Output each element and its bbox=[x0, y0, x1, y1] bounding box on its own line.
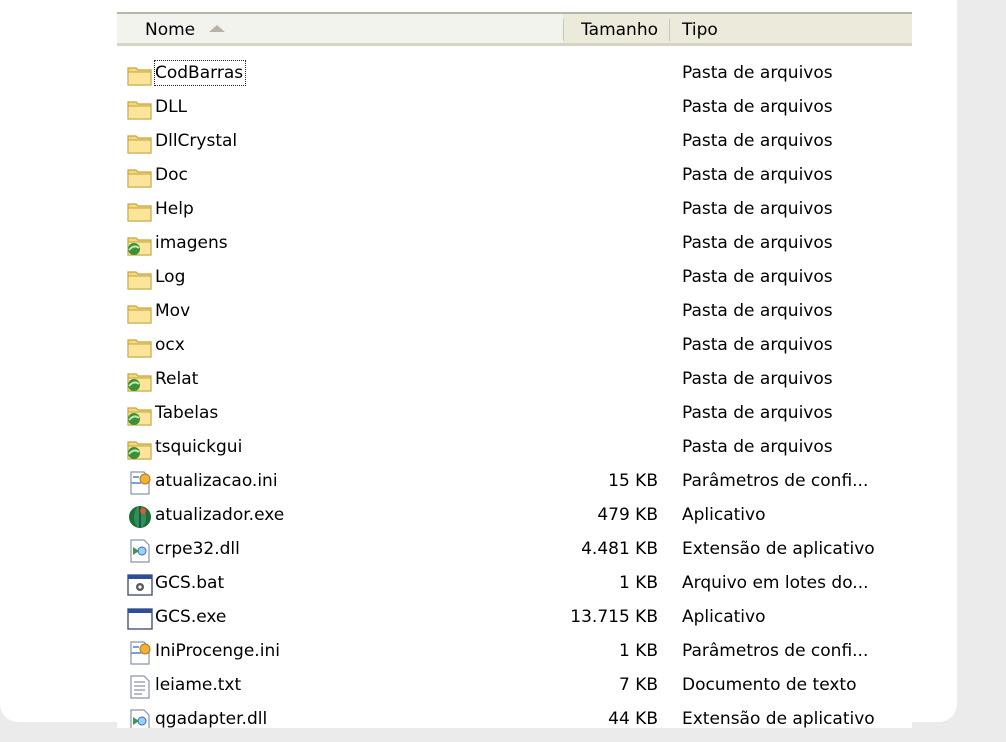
file-row[interactable]: Help Pasta de arquivos bbox=[117, 193, 912, 227]
file-name[interactable]: DLL bbox=[155, 95, 187, 119]
file-row[interactable]: GCS.exe 13.715 KB Aplicativo bbox=[117, 601, 912, 635]
file-name[interactable]: CodBarras bbox=[153, 60, 247, 86]
app-window-icon bbox=[127, 607, 153, 631]
file-name[interactable]: Tabelas bbox=[155, 401, 218, 425]
column-header-name-label: Nome bbox=[145, 20, 196, 40]
file-size: 13.715 KB bbox=[570, 607, 658, 627]
file-name[interactable]: Help bbox=[155, 197, 194, 221]
dll-file-icon bbox=[127, 709, 153, 728]
file-size: 44 KB bbox=[608, 709, 658, 728]
folder-icon bbox=[127, 199, 153, 223]
file-row[interactable]: leiame.txt 7 KB Documento de texto bbox=[117, 669, 912, 703]
file-row[interactable]: Doc Pasta de arquivos bbox=[117, 159, 912, 193]
file-size: 7 KB bbox=[618, 675, 658, 695]
file-row[interactable]: tsquickgui Pasta de arquivos bbox=[117, 431, 912, 465]
file-name[interactable]: Mov bbox=[155, 299, 190, 323]
column-header-size[interactable]: Tamanho bbox=[563, 14, 669, 46]
file-type: Parâmetros de confi... bbox=[682, 641, 869, 661]
file-type: Pasta de arquivos bbox=[682, 335, 833, 355]
file-type: Pasta de arquivos bbox=[682, 301, 833, 321]
file-size: 479 KB bbox=[597, 505, 658, 525]
file-type: Pasta de arquivos bbox=[682, 165, 833, 185]
file-type: Pasta de arquivos bbox=[682, 97, 833, 117]
file-type: Documento de texto bbox=[682, 675, 857, 695]
file-row[interactable]: GCS.bat 1 KB Arquivo em lotes do... bbox=[117, 567, 912, 601]
folder-icon bbox=[127, 97, 153, 121]
file-row[interactable]: CodBarras Pasta de arquivos bbox=[117, 57, 912, 91]
file-type: Pasta de arquivos bbox=[682, 199, 833, 219]
column-header-type[interactable]: Tipo bbox=[669, 14, 912, 46]
file-type: Parâmetros de confi... bbox=[682, 471, 869, 491]
file-row[interactable]: Log Pasta de arquivos bbox=[117, 261, 912, 295]
folder-icon bbox=[127, 335, 153, 359]
file-type: Pasta de arquivos bbox=[682, 267, 833, 287]
column-header-type-label: Tipo bbox=[682, 20, 718, 40]
file-rows: CodBarras Pasta de arquivos DLL Pasta de ar… bbox=[117, 57, 912, 728]
file-name[interactable]: Log bbox=[155, 265, 185, 289]
folder-icon bbox=[127, 165, 153, 189]
file-row[interactable]: atualizacao.ini 15 KB Parâmetros de confi.… bbox=[117, 465, 912, 499]
file-name[interactable]: tsquickgui bbox=[155, 435, 242, 459]
file-row[interactable]: DllCrystal Pasta de arquivos bbox=[117, 125, 912, 159]
file-type: Pasta de arquivos bbox=[682, 131, 833, 151]
shared-folder-icon bbox=[127, 403, 153, 427]
file-type: Pasta de arquivos bbox=[682, 437, 833, 457]
file-row[interactable]: Mov Pasta de arquivos bbox=[117, 295, 912, 329]
file-row[interactable]: ocx Pasta de arquivos bbox=[117, 329, 912, 363]
file-size: 1 KB bbox=[618, 641, 658, 661]
file-name[interactable]: IniProcenge.ini bbox=[155, 639, 280, 663]
file-row[interactable]: qgadapter.dll 44 KB Extensão de aplicativo bbox=[117, 703, 912, 728]
updater-app-icon bbox=[127, 505, 153, 529]
file-type: Extensão de aplicativo bbox=[682, 709, 875, 728]
file-row[interactable]: crpe32.dll 4.481 KB Extensão de aplicativo bbox=[117, 533, 912, 567]
file-name[interactable]: ocx bbox=[155, 333, 185, 357]
file-size: 4.481 KB bbox=[581, 539, 658, 559]
shared-folder-icon bbox=[127, 233, 153, 257]
sort-ascending-icon bbox=[209, 24, 226, 32]
file-type: Aplicativo bbox=[682, 607, 766, 627]
file-type: Extensão de aplicativo bbox=[682, 539, 875, 559]
shared-folder-icon bbox=[127, 369, 153, 393]
file-row[interactable]: Relat Pasta de arquivos bbox=[117, 363, 912, 397]
file-size: 15 KB bbox=[608, 471, 658, 491]
file-name[interactable]: DllCrystal bbox=[155, 129, 237, 153]
column-header-name[interactable]: Nome bbox=[117, 14, 563, 46]
column-header-bar: Nome Tamanho Tipo bbox=[117, 12, 912, 46]
ini-file-icon bbox=[127, 471, 153, 495]
file-name[interactable]: Doc bbox=[155, 163, 188, 187]
batch-file-icon bbox=[127, 573, 153, 597]
file-row[interactable]: DLL Pasta de arquivos bbox=[117, 91, 912, 125]
file-type: Pasta de arquivos bbox=[682, 63, 833, 83]
text-file-icon bbox=[127, 675, 153, 699]
file-type: Pasta de arquivos bbox=[682, 369, 833, 389]
file-row[interactable]: atualizador.exe 479 KB Aplicativo bbox=[117, 499, 912, 533]
file-row[interactable]: IniProcenge.ini 1 KB Parâmetros de confi..… bbox=[117, 635, 912, 669]
column-header-size-label: Tamanho bbox=[581, 20, 658, 40]
screenshot-frame: Nome Tamanho Tipo CodBarras Pasta de arqu… bbox=[0, 0, 1006, 742]
file-name[interactable]: Relat bbox=[155, 367, 198, 391]
file-name[interactable]: imagens bbox=[155, 231, 228, 255]
shared-folder-icon bbox=[127, 437, 153, 461]
file-name[interactable]: qgadapter.dll bbox=[155, 707, 267, 728]
file-row[interactable]: Tabelas Pasta de arquivos bbox=[117, 397, 912, 431]
file-name[interactable]: GCS.exe bbox=[155, 605, 226, 629]
file-type: Pasta de arquivos bbox=[682, 233, 833, 253]
file-row[interactable]: imagens Pasta de arquivos bbox=[117, 227, 912, 261]
file-name[interactable]: atualizador.exe bbox=[155, 503, 284, 527]
file-size: 1 KB bbox=[618, 573, 658, 593]
file-name[interactable]: crpe32.dll bbox=[155, 537, 240, 561]
folder-icon bbox=[127, 301, 153, 325]
file-type: Pasta de arquivos bbox=[682, 403, 833, 423]
file-name[interactable]: GCS.bat bbox=[155, 571, 224, 595]
folder-icon bbox=[127, 131, 153, 155]
file-type: Aplicativo bbox=[682, 505, 766, 525]
dll-file-icon bbox=[127, 539, 153, 563]
file-name[interactable]: leiame.txt bbox=[155, 673, 241, 697]
file-type: Arquivo em lotes do... bbox=[682, 573, 869, 593]
file-name[interactable]: atualizacao.ini bbox=[155, 469, 278, 493]
ini-file-icon bbox=[127, 641, 153, 665]
folder-icon bbox=[127, 267, 153, 291]
file-list-view[interactable]: Nome Tamanho Tipo CodBarras Pasta de arqu… bbox=[117, 12, 912, 728]
folder-icon bbox=[127, 63, 153, 87]
